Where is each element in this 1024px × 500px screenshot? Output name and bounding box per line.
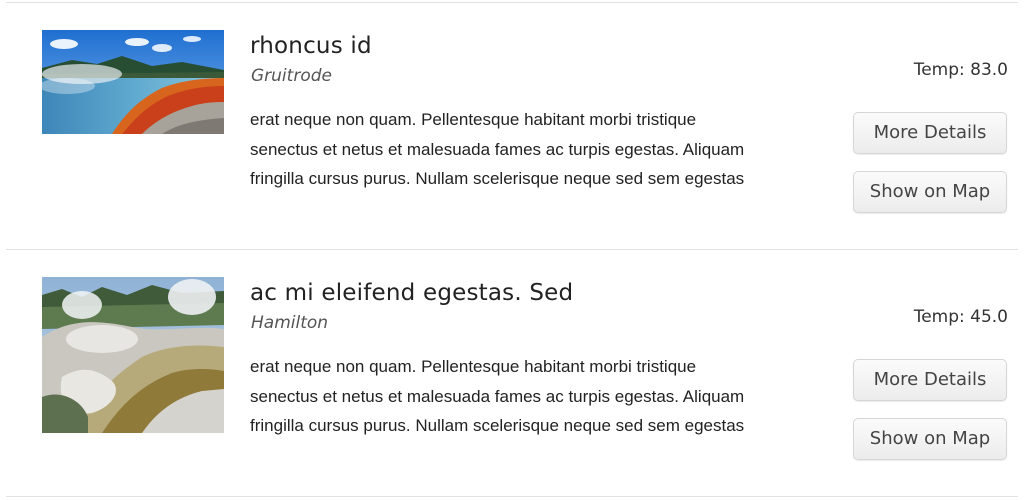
- temperature-label: Temp: 83.0: [913, 60, 1008, 80]
- show-on-map-button[interactable]: Show on Map: [853, 171, 1007, 213]
- listing-card: ac mi eleifend egestas. Sed Hamilton era…: [0, 250, 1024, 496]
- listing-location: Gruitrode: [251, 66, 332, 86]
- results-list: rhoncus id Gruitrode erat neque non quam…: [0, 0, 1024, 500]
- divider: [6, 496, 1018, 497]
- listing-thumbnail[interactable]: [42, 30, 224, 134]
- hot-spring-image: [42, 30, 224, 134]
- listing-description: erat neque non quam. Pellentesque habita…: [250, 110, 745, 188]
- temperature-label: Temp: 45.0: [913, 307, 1008, 327]
- show-on-map-button[interactable]: Show on Map: [853, 418, 1007, 460]
- silica-terrace-image: [42, 277, 224, 433]
- listing-thumbnail[interactable]: [42, 277, 224, 433]
- more-details-button[interactable]: More Details: [853, 359, 1007, 401]
- listing-card: rhoncus id Gruitrode erat neque non quam…: [0, 3, 1024, 249]
- more-details-button[interactable]: More Details: [853, 112, 1007, 154]
- listing-title[interactable]: rhoncus id: [250, 33, 372, 59]
- listing-title[interactable]: ac mi eleifend egestas. Sed: [250, 280, 573, 306]
- listing-location: Hamilton: [251, 313, 329, 333]
- listing-description: erat neque non quam. Pellentesque habita…: [250, 357, 745, 435]
